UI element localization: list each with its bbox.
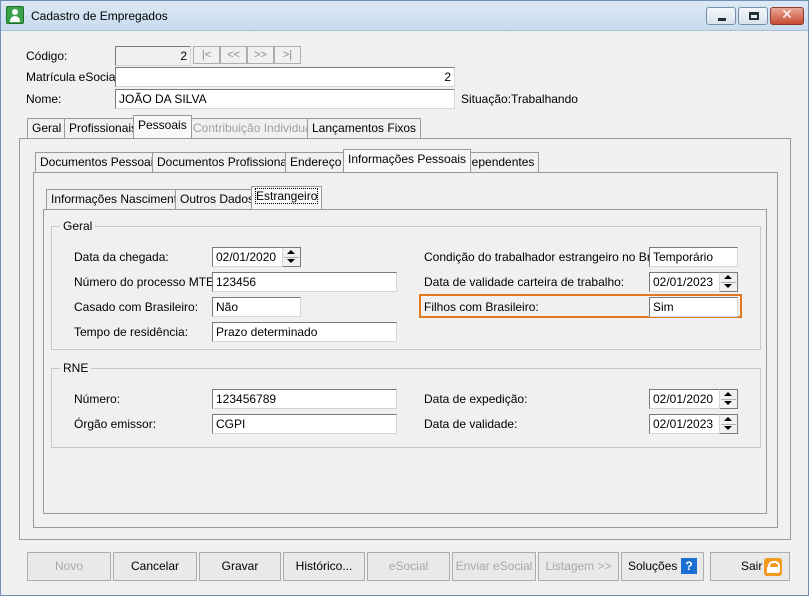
spin-down-icon (724, 284, 732, 288)
tab-contribuicao-individual[interactable]: Contribuição Individual (188, 118, 320, 138)
condicao-trabalhador-field[interactable]: Temporário (649, 247, 738, 267)
sair-button[interactable]: Sair (710, 552, 790, 581)
close-icon: ✕ (781, 7, 793, 23)
enviar-esocial-button[interactable]: Enviar eSocial (452, 552, 536, 581)
data-expedicao-label: Data de expedição: (424, 392, 528, 406)
nav-first-button[interactable]: |< (193, 46, 220, 64)
spin-up-icon (724, 417, 732, 421)
historico-button[interactable]: Histórico... (283, 552, 365, 581)
rne-numero-field[interactable]: 123456789 (212, 389, 397, 409)
nome-field[interactable]: JOÃO DA SILVA (115, 89, 455, 109)
filhos-brasileiro-field[interactable]: Sim (649, 297, 738, 317)
help-icon: ? (681, 558, 697, 574)
rne-numero-label: Número: (74, 392, 121, 406)
tab-pessoais[interactable]: Pessoais (133, 115, 192, 138)
tab-lancamentos-fixos[interactable]: Lançamentos Fixos (307, 118, 422, 138)
rne-group-title: RNE (60, 361, 92, 375)
orgao-emissor-label: Órgão emissor: (74, 417, 157, 431)
nav-previous-button[interactable]: << (220, 46, 247, 64)
validade-carteira-field[interactable]: 02/01/2023 (649, 272, 720, 292)
maximize-button[interactable] (738, 7, 768, 25)
data-chegada-label: Data da chegada: (74, 250, 169, 264)
nome-label: Nome: (26, 92, 62, 106)
tab-estrangeiro-label: Estrangeiro (254, 188, 319, 204)
tab-geral[interactable]: Geral (27, 118, 67, 138)
tab-estrangeiro[interactable]: Estrangeiro (251, 186, 323, 209)
gravar-button[interactable]: Gravar (199, 552, 281, 581)
data-validade-field[interactable]: 02/01/2023 (649, 414, 720, 434)
spin-divider (721, 399, 736, 400)
geral-group-title: Geral (60, 219, 96, 233)
employee-registration-window: Cadastro de Empregados ✕ Código: 2 |< <<… (0, 0, 809, 596)
minimize-button[interactable] (706, 7, 736, 25)
solucoes-label: Soluções (628, 559, 678, 573)
title-bar[interactable]: Cadastro de Empregados ✕ (1, 1, 808, 31)
data-chegada-field[interactable]: 02/01/2020 (212, 247, 283, 267)
tab-informacoes-nascimento[interactable]: Informações Nascimento (46, 189, 189, 209)
data-expedicao-spinner[interactable] (720, 389, 738, 409)
codigo-field[interactable]: 2 (115, 46, 191, 66)
tab-documentos-profissionais[interactable]: Documentos Profissionais (152, 152, 301, 172)
filhos-brasileiro-label: Filhos com Brasileiro: (424, 300, 539, 314)
processo-mte-field[interactable]: 123456 (212, 272, 397, 292)
spin-down-icon (287, 259, 295, 263)
codigo-label: Código: (26, 49, 68, 63)
close-button[interactable]: ✕ (770, 7, 804, 25)
maximize-icon (749, 12, 759, 20)
window-title: Cadastro de Empregados (31, 9, 168, 23)
spin-down-icon (724, 401, 732, 405)
app-user-icon (6, 6, 24, 24)
tempo-residencia-field[interactable]: Prazo determinado (212, 322, 397, 342)
esocial-button[interactable]: eSocial (367, 552, 450, 581)
tab-profissionais[interactable]: Profissionais (64, 118, 143, 138)
tempo-residencia-label: Tempo de residência: (74, 325, 189, 339)
spin-up-icon (287, 250, 295, 254)
orgao-emissor-field[interactable]: CGPI (212, 414, 397, 434)
minimize-icon (718, 18, 726, 21)
condicao-trabalhador-label: Condição do trabalhador estrangeiro no B… (424, 250, 673, 264)
processo-mte-label: Número do processo MTE: (74, 275, 218, 289)
data-validade-label: Data de validade: (424, 417, 518, 431)
data-chegada-spinner[interactable] (283, 247, 301, 267)
nav-next-button[interactable]: >> (247, 46, 274, 64)
spin-down-icon (724, 426, 732, 430)
tab-outros-dados[interactable]: Outros Dados (175, 189, 260, 209)
spin-divider (284, 257, 299, 258)
sair-label: Sair (741, 559, 763, 573)
matricula-field[interactable]: 2 (115, 67, 455, 87)
tab-endereco[interactable]: Endereço (285, 152, 347, 172)
matricula-label: Matrícula eSocial: (26, 70, 122, 84)
situacao-label: Situação: (461, 92, 512, 106)
data-validade-spinner[interactable] (720, 414, 738, 434)
cancelar-button[interactable]: Cancelar (113, 552, 197, 581)
tab-documentos-pessoais[interactable]: Documentos Pessoais (35, 152, 165, 172)
validade-carteira-spinner[interactable] (720, 272, 738, 292)
data-expedicao-field[interactable]: 02/01/2020 (649, 389, 720, 409)
situacao-value: Trabalhando (511, 92, 578, 106)
solucoes-button[interactable]: Soluções ? (621, 552, 704, 581)
exit-icon (764, 558, 782, 576)
novo-button[interactable]: Novo (27, 552, 111, 581)
casado-brasileiro-label: Casado com Brasileiro: (74, 300, 199, 314)
spin-divider (721, 282, 736, 283)
spin-up-icon (724, 275, 732, 279)
nav-last-button[interactable]: >| (274, 46, 301, 64)
spin-up-icon (724, 392, 732, 396)
spin-divider (721, 424, 736, 425)
validade-carteira-label: Data de validade carteira de trabalho: (424, 275, 625, 289)
casado-brasileiro-field[interactable]: Não (212, 297, 301, 317)
tab-informacoes-pessoais[interactable]: Informações Pessoais (343, 149, 472, 172)
listagem-button[interactable]: Listagem >> (538, 552, 619, 581)
